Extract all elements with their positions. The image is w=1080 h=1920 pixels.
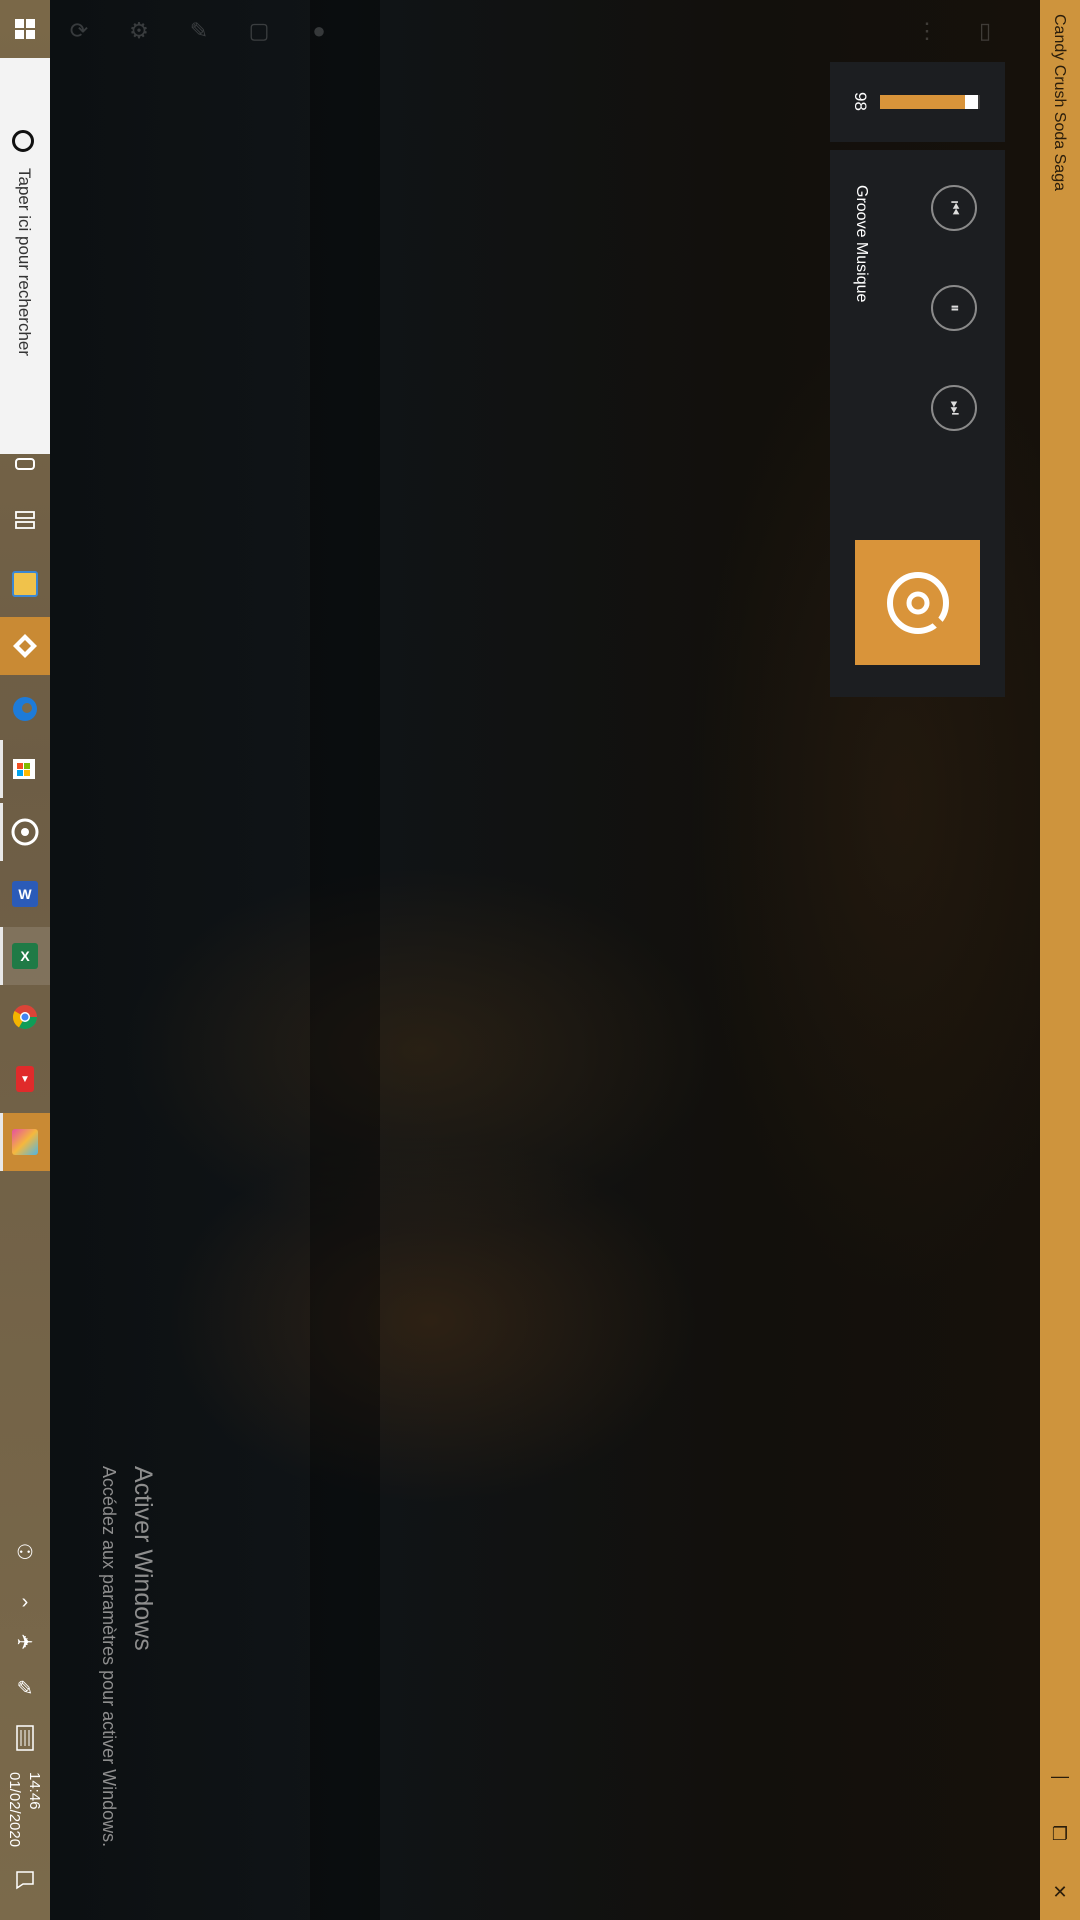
youtube-icon[interactable]: ▼	[0, 1050, 50, 1108]
search-box[interactable]: Taper ici pour rechercher	[0, 58, 50, 454]
note-icon: ▢	[248, 18, 270, 43]
people-icon[interactable]: ⚇	[0, 1532, 50, 1572]
media-app-name: Groove Musique	[853, 185, 870, 303]
airplane-mode-icon[interactable]: ✈	[0, 1622, 50, 1662]
next-track-button[interactable]: ⏭	[931, 385, 977, 431]
settings-icon: ⚙	[129, 18, 149, 43]
watermark-title: Activer Windows	[129, 1466, 157, 1651]
microsoft-store-icon[interactable]	[0, 740, 50, 798]
previous-track-button[interactable]: ⏮	[931, 185, 977, 231]
word-icon[interactable]: W	[0, 865, 50, 923]
edge-icon[interactable]	[0, 680, 50, 738]
background-shape	[310, 0, 380, 1920]
brave-browser-icon[interactable]	[0, 617, 50, 675]
file-explorer-icon[interactable]	[0, 555, 50, 613]
search-placeholder[interactable]: Taper ici pour rechercher	[14, 168, 34, 356]
start-button[interactable]	[0, 0, 50, 58]
pen-icon[interactable]: ✎	[0, 1668, 50, 1708]
grid-icon: ⋮	[916, 18, 938, 43]
album-art	[855, 540, 980, 665]
notification-icon[interactable]	[0, 1860, 50, 1900]
candy-crush-icon[interactable]	[0, 1113, 50, 1171]
cortana-icon[interactable]	[12, 130, 34, 152]
bookmark-icon: ▯	[978, 18, 992, 43]
task-view-icon[interactable]	[0, 500, 50, 540]
edit-icon: ✎	[189, 18, 209, 43]
pause-icon: ⏸	[945, 303, 963, 313]
restore-button[interactable]: ❐	[1040, 1814, 1080, 1854]
clock-time: 14:46	[26, 1772, 43, 1810]
volume-panel: 98	[830, 62, 1005, 142]
profile-icon: ●	[312, 18, 326, 43]
groove-music-icon[interactable]	[0, 803, 50, 861]
next-icon: ⏭	[946, 400, 963, 416]
minimize-button[interactable]: —	[1040, 1756, 1080, 1796]
previous-icon: ⏮	[946, 200, 963, 216]
volume-slider[interactable]	[880, 95, 980, 109]
watermark-subtitle: Accédez aux paramètres pour activer Wind…	[99, 1466, 119, 1848]
pause-button[interactable]: ⏸	[931, 285, 977, 331]
microphone-icon[interactable]	[0, 445, 50, 485]
windows-icon	[15, 19, 35, 39]
keyboard-icon[interactable]	[0, 1718, 50, 1758]
refresh-icon: ⟳	[69, 18, 89, 43]
window-title: Candy Crush Soda Saga	[1051, 14, 1068, 191]
volume-level: 98	[851, 92, 870, 111]
excel-icon[interactable]: X	[0, 927, 50, 985]
taskbar: Taper ici pour rechercher W X ▼ ⚇ › ✈ ✎ …	[0, 0, 50, 1920]
chevron-right-icon[interactable]: ›	[0, 1582, 50, 1622]
chrome-icon[interactable]	[0, 988, 50, 1046]
clock-date: 01/02/2020	[6, 1772, 23, 1848]
groove-music-logo-icon	[886, 571, 949, 634]
close-button[interactable]: ✕	[1040, 1872, 1080, 1912]
window-titlebar: Candy Crush Soda Saga — ❐ ✕	[1040, 0, 1080, 1920]
volume-fill	[880, 95, 965, 109]
volume-thumb[interactable]	[965, 95, 978, 109]
media-controls-panel: Groove Musique ⏮ ⏸ ⏭	[830, 150, 1005, 697]
